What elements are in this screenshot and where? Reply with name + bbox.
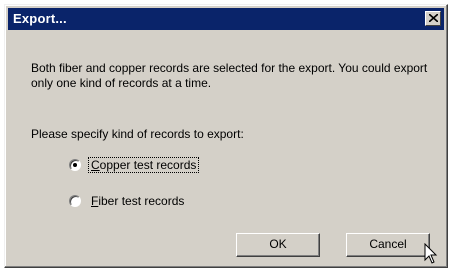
mnemonic-letter: C — [91, 158, 100, 172]
mouse-pointer-icon — [424, 243, 438, 264]
radio-selected-dot — [73, 163, 77, 167]
radio-button-copper[interactable] — [69, 159, 81, 171]
dialog-title: Export... — [13, 11, 67, 26]
close-button[interactable] — [425, 11, 441, 26]
export-dialog: Export... Both fiber and copper records … — [4, 4, 448, 268]
close-icon — [429, 14, 438, 22]
ok-button[interactable]: OK — [236, 233, 320, 257]
cancel-button[interactable]: Cancel — [346, 233, 430, 257]
radio-label-copper[interactable]: Copper test records — [87, 157, 200, 173]
radio-label-text: iber test records — [98, 194, 185, 208]
export-prompt: Please specify kind of records to export… — [31, 127, 244, 141]
dialog-titlebar[interactable]: Export... — [8, 8, 444, 30]
radio-label-fiber[interactable]: Fiber test records — [89, 194, 186, 208]
radio-label-text: opper test records — [99, 158, 197, 172]
radio-button-fiber[interactable] — [69, 195, 81, 207]
dialog-message: Both fiber and copper records are select… — [31, 61, 428, 90]
